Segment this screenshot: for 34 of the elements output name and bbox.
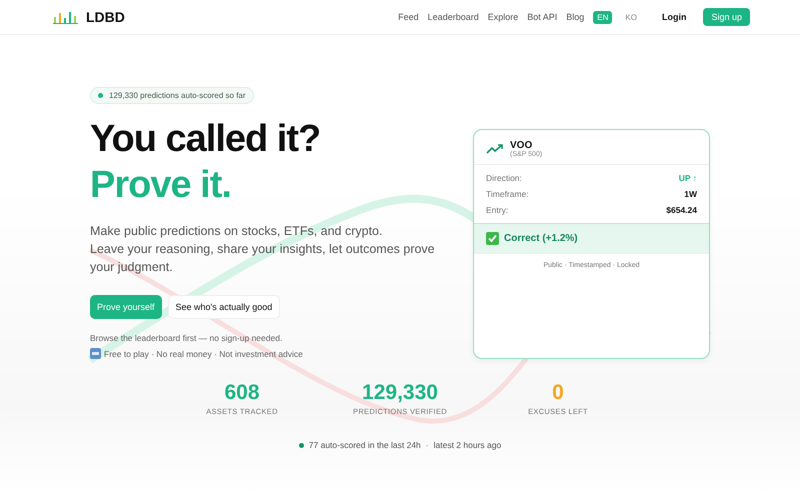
field-value: 1W bbox=[684, 189, 697, 199]
stat-value: 0 bbox=[552, 381, 564, 405]
hero-title: You called it? bbox=[90, 117, 322, 162]
free-icon bbox=[90, 348, 101, 359]
status-dot bbox=[298, 442, 304, 448]
browse-note: Browse the leaderboard first — no sign-up needed. bbox=[90, 333, 284, 343]
stats-badge: 129,330 predictions auto-scored so far bbox=[90, 87, 254, 104]
check-icon bbox=[486, 232, 499, 245]
field-label: Direction: bbox=[486, 173, 522, 183]
nav-link[interactable]: Blog bbox=[566, 12, 584, 22]
nav-link[interactable]: Leaderboard bbox=[428, 12, 479, 22]
disclaimer-text: Free to play · No real money · Not investment advice bbox=[104, 348, 303, 358]
separator: · bbox=[426, 440, 429, 450]
field-label: Entry: bbox=[486, 205, 508, 215]
field-value: UP ↑ bbox=[678, 173, 697, 183]
hero-description: Make public predictions on stocks, ETFs, and crypto. Leave your reasoning, share your insights, let outcomes prove your judgment. bbox=[90, 223, 436, 276]
nav-link[interactable]: Feed bbox=[398, 12, 419, 22]
hero-subtitle: Prove it. bbox=[90, 163, 232, 208]
nav-link[interactable]: Bot API bbox=[527, 12, 558, 22]
stat-value: 608 bbox=[224, 381, 260, 405]
trend-up-icon bbox=[486, 143, 504, 155]
field-label: Timeframe: bbox=[486, 189, 529, 199]
ticker-symbol: VOO bbox=[510, 140, 532, 151]
logo-icon bbox=[53, 10, 79, 24]
stat-value: 129,330 bbox=[362, 381, 438, 405]
leaderboard-button[interactable]: See who's actually good bbox=[168, 295, 280, 319]
nav-link[interactable]: Explore bbox=[488, 12, 518, 22]
result-text: Correct (+1.2%) bbox=[504, 233, 578, 244]
logo-text: LDBD bbox=[86, 9, 125, 25]
field-value: $654.24 bbox=[666, 205, 697, 215]
login-link[interactable]: Login bbox=[662, 12, 686, 22]
language-toggle[interactable]: KO bbox=[621, 10, 641, 24]
recent-activity: 77 auto-scored in the last 24h bbox=[308, 440, 421, 450]
latest-activity: latest 2 hours ago bbox=[434, 440, 502, 450]
